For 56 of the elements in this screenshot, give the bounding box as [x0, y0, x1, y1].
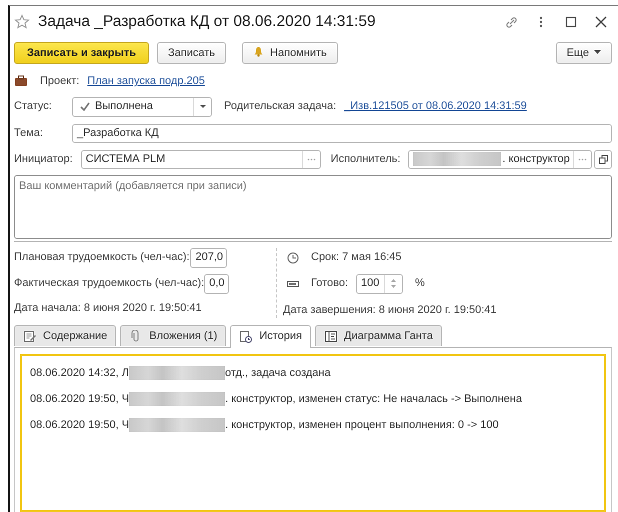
parent-task-label: Родительская задача:	[224, 99, 336, 114]
ready-label: Готово:	[311, 276, 348, 292]
history-entry-text: отд., задача создана	[224, 366, 331, 381]
clock-icon	[287, 252, 299, 264]
initiator-label: Инициатор:	[14, 152, 73, 167]
executor-field[interactable]: . конструктор	[408, 150, 592, 168]
link-icon[interactable]	[504, 15, 518, 29]
planned-effort-field[interactable]: 207,0	[190, 248, 227, 268]
history-entry-start: 08.06.2020 19:50, Ч	[30, 418, 130, 433]
remind-button[interactable]: Напомнить	[242, 42, 338, 64]
history-entry-text: . конструктор, изменен статус: Не началась -> Выполнена	[225, 392, 522, 407]
status-select[interactable]: Выполнена	[72, 96, 212, 116]
subject-label: Тема:	[14, 126, 44, 141]
start-date: Дата начала: 8 июня 2020 г. 19:50:41	[14, 300, 203, 316]
bell-icon	[253, 46, 264, 57]
save-and-close-button[interactable]: Записать и закрыть	[14, 42, 150, 64]
deadline-text: Срок: 7 мая 16:45	[311, 250, 402, 266]
close-icon[interactable]	[594, 15, 608, 29]
parent-task-link[interactable]: _Изв.121505 от 08.06.2020 14:31:59	[344, 98, 527, 115]
ellipsis-icon	[306, 158, 316, 160]
more-button[interactable]: Еще	[556, 42, 612, 64]
pencil-document-icon	[23, 330, 37, 342]
history-entry-start: 08.06.2020 19:50, Ч	[30, 392, 130, 407]
finish-date: Дата завершения: 8 июня 2020 г. 19:50:41	[283, 302, 497, 318]
caret-icon	[200, 105, 206, 108]
window-title: Задача _Разработка КД от 08.06.2020 14:31:59	[38, 12, 376, 32]
progress-icon	[287, 280, 299, 288]
maximize-icon[interactable]	[564, 15, 578, 29]
percent-unit: %	[415, 276, 425, 292]
actual-effort-field[interactable]: 0,0	[204, 274, 228, 294]
comment-field[interactable]: Ваш комментарий (добавляется при записи)	[14, 174, 612, 238]
ready-spinner[interactable]: 100	[356, 274, 404, 294]
document-clock-icon	[239, 330, 254, 343]
caret-icon	[594, 50, 601, 54]
save-button[interactable]: Записать	[157, 42, 226, 64]
history-entry-text: . конструктор, изменен процент выполнения: 0 -> 100	[225, 418, 499, 433]
project-label: Проект:	[40, 74, 80, 89]
initiator-field[interactable]: СИСТЕМА PLM	[80, 150, 321, 168]
tab[interactable]: Диаграмма Ганта	[315, 325, 442, 346]
history-entry-start: 08.06.2020 14:32, Л	[30, 366, 129, 381]
project-link[interactable]: План запуска подр.205	[87, 73, 205, 90]
planned-effort-label: Плановая трудоемкость (чел-час):	[14, 250, 190, 266]
actual-effort-label: Фактическая трудоемкость (чел-час):	[14, 276, 204, 292]
status-label: Статус:	[14, 99, 53, 114]
open-button[interactable]	[594, 150, 612, 168]
tab[interactable]: Вложения (1)	[120, 325, 226, 346]
tab[interactable]: Содержание	[14, 325, 116, 346]
briefcase-icon	[14, 75, 28, 88]
ellipsis-icon	[578, 158, 587, 160]
executor-label: Исполнитель:	[330, 152, 400, 167]
tab[interactable]: История	[230, 324, 311, 348]
windows-icon	[598, 154, 608, 164]
star-icon[interactable]	[14, 14, 30, 30]
check-icon	[80, 102, 90, 111]
subject-field[interactable]: _Разработка КД	[72, 124, 612, 142]
chart-table-icon	[324, 330, 338, 342]
